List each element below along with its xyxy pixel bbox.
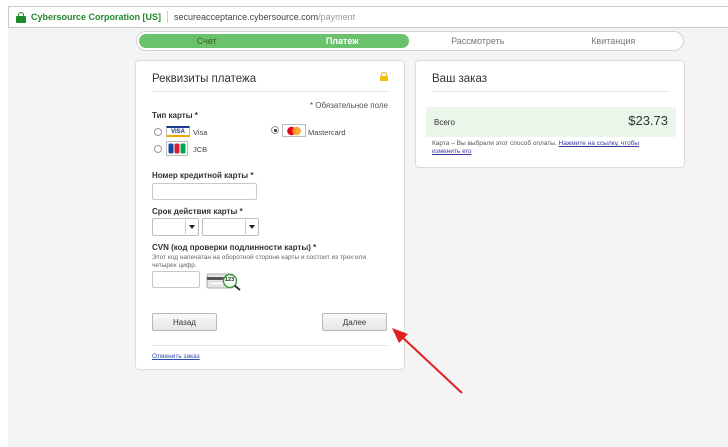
- cancel-order-link[interactable]: Отменить заказ: [152, 353, 200, 360]
- buttons-divider: [152, 345, 388, 346]
- chevron-down-icon: [249, 225, 255, 229]
- cvn-example-digits: 123: [225, 277, 235, 283]
- cvn-label: CVN (код проверки подлинности карты) *: [152, 243, 317, 252]
- url-host: secureacceptance.cybersource.com: [174, 12, 319, 22]
- title-divider: [152, 91, 388, 92]
- expiry-label: Срок действия карты *: [152, 207, 243, 216]
- address-bar[interactable]: Cybersource Corporation [US] secureaccep…: [8, 6, 728, 28]
- order-total-row: Всего $23.73: [426, 107, 676, 137]
- visa-label: Visa: [193, 128, 208, 137]
- cvn-card-back-icon: 123: [206, 271, 244, 291]
- url-path: /payment: [318, 12, 356, 22]
- jcb-logo-icon: [166, 141, 188, 156]
- jcb-radio[interactable]: [154, 145, 162, 153]
- checkout-progress: Счет Платеж Рассмотреть Квитанция: [136, 31, 684, 51]
- expiry-year-select[interactable]: [202, 218, 259, 236]
- step-payment: Платеж: [325, 36, 359, 46]
- mastercard-logo-icon: [282, 124, 306, 137]
- visa-radio[interactable]: [154, 128, 162, 136]
- mastercard-label: Mastercard: [308, 128, 346, 137]
- month-arrow-separator: [185, 220, 186, 234]
- step-invoice: Счет: [196, 36, 217, 46]
- order-summary-card: Ваш заказ Всего $23.73 Карта – Вы выбрал…: [415, 60, 685, 168]
- card-number-label: Номер кредитной карты *: [152, 171, 254, 180]
- next-button[interactable]: Далее: [322, 313, 387, 331]
- payment-details-card: Реквизиты платежа * Обязательное поле Ти…: [135, 60, 405, 370]
- payment-details-title: Реквизиты платежа: [152, 73, 257, 85]
- page-body: Счет Платеж Рассмотреть Квитанция Реквиз…: [8, 28, 728, 447]
- required-field-note: * Обязательное поле: [309, 101, 388, 110]
- card-type-label: Тип карты *: [152, 111, 198, 120]
- step-receipt: Квитанция: [591, 36, 636, 46]
- payment-method-note-text: Карта – Вы выбрали этот способ оплаты.: [432, 140, 557, 147]
- secure-lock-icon: [16, 12, 26, 23]
- year-arrow-separator: [245, 220, 246, 234]
- visa-logo-icon: VISA: [166, 126, 190, 137]
- site-identity: Cybersource Corporation [US]: [31, 12, 162, 22]
- total-amount: $23.73: [628, 113, 668, 128]
- chevron-down-icon: [189, 225, 195, 229]
- padlock-icon: [380, 72, 388, 81]
- mastercard-radio[interactable]: [271, 126, 279, 134]
- card-number-input[interactable]: [152, 183, 257, 200]
- order-summary-title: Ваш заказ: [432, 73, 487, 85]
- back-button[interactable]: Назад: [152, 313, 217, 331]
- cvn-input[interactable]: [152, 271, 200, 288]
- address-separator: [167, 11, 169, 23]
- cvn-help-text: Этот код напечатан на оборотной стороне …: [152, 254, 367, 270]
- order-title-divider: [432, 91, 668, 92]
- expiry-month-select[interactable]: [152, 218, 199, 236]
- jcb-label: JCB: [193, 145, 208, 154]
- payment-method-note: Карта – Вы выбрали этот способ оплаты. Н…: [432, 140, 662, 156]
- total-label: Всего: [434, 118, 455, 127]
- step-review: Рассмотреть: [451, 36, 505, 46]
